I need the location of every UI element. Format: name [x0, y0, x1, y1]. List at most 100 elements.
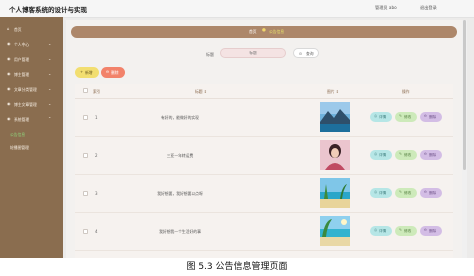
delete-icon: ⊖ [424, 228, 428, 232]
detail-button-label: 详情 [379, 228, 387, 233]
vertical-scrollbar[interactable] [462, 20, 467, 258]
column-header-actions: 操作 [402, 89, 410, 94]
delete-icon: ⊖ [106, 69, 110, 74]
sidebar-item-users[interactable]: ◉ 用户管理 ⌄ [0, 55, 63, 65]
delete-icon: ⊖ [424, 190, 428, 194]
delete-button-label: 删除 [429, 152, 437, 157]
scrollbar-thumb[interactable] [463, 20, 466, 170]
detail-button-label: 详情 [379, 152, 387, 157]
edit-button[interactable]: ✎ 修改 [395, 188, 417, 198]
edit-button-label: 修改 [404, 228, 412, 233]
breadcrumb-current: 公告信息 [269, 29, 285, 34]
detail-button-label: 详情 [379, 190, 387, 195]
chevron-down-icon: ⌄ [48, 41, 52, 46]
row-image [320, 216, 350, 246]
delete-button[interactable]: ⊖ 删除 [420, 226, 442, 236]
announcement-table: 索引 标题 ⇕ 图片 ⇕ 操作 1 有好的，能做好的实现 ◎ 详情 ✎ 修改 ⊖… [75, 84, 453, 258]
add-button[interactable]: + 新增 [75, 67, 99, 78]
row-image [320, 178, 350, 208]
search-button[interactable]: ⊙ 查询 [293, 48, 319, 58]
chevron-down-icon: ⌄ [48, 56, 52, 61]
row-title: 三亚一年转运费 [166, 153, 194, 158]
admin-label: 管理员 abo [375, 5, 397, 10]
breadcrumb-home[interactable]: 首页 [249, 29, 257, 35]
detail-button[interactable]: ◎ 详情 [370, 188, 392, 198]
sidebar-item-label: 轮播图管理 [10, 145, 29, 150]
table-row: 1 有好的，能做好的实现 ◎ 详情 ✎ 修改 ⊖ 删除 [75, 99, 453, 137]
delete-button-label: 删除 [429, 190, 437, 195]
column-header-image[interactable]: 图片 ⇕ [327, 89, 339, 95]
detail-icon: ◎ [374, 190, 378, 194]
sidebar: ⌂ 首页 ◉ 个人中心 ⌄ ◉ 用户管理 ⌄ ◉ 博主管理 ⌄ ◉ 文章分类管理… [0, 17, 63, 258]
bulk-delete-button[interactable]: ⊖ 删除 [101, 67, 125, 78]
sidebar-item-label: 文章分类管理 [14, 87, 37, 92]
sidebar-item-label: 博主管理 [14, 72, 30, 77]
search-input[interactable] [221, 49, 285, 57]
search-icon: ⊙ [299, 50, 303, 56]
delete-button-label: 删除 [429, 228, 437, 233]
detail-icon: ◎ [374, 228, 378, 232]
sidebar-item-announcements[interactable]: 公告信息 [0, 130, 63, 140]
sidebar-item-carousel[interactable]: 轮播图管理 [0, 143, 63, 153]
chevron-down-icon: ⌄ [48, 86, 52, 91]
edit-button[interactable]: ✎ 修改 [395, 150, 417, 160]
article-icon: ◉ [7, 101, 11, 106]
app-title: 个人博客系统的设计与实现 [9, 6, 87, 14]
edit-button-label: 修改 [404, 114, 412, 119]
chevron-up-icon: ⌃ [48, 116, 52, 121]
table-row: 4 我好想我一个生活好的事 ◎ 详情 ✎ 修改 ⊖ 删除 [75, 213, 453, 251]
sidebar-item-bloggers[interactable]: ◉ 博主管理 ⌄ [0, 70, 63, 80]
detail-button[interactable]: ◎ 详情 [370, 150, 392, 160]
chevron-down-icon: ⌄ [48, 71, 52, 76]
sidebar-item-articles[interactable]: ◉ 博主文章管理 ⌄ [0, 100, 63, 110]
table-header: 索引 标题 ⇕ 图片 ⇕ 操作 [75, 84, 453, 99]
category-icon: ◉ [7, 86, 11, 91]
logout-link[interactable]: 退出登录 [420, 5, 437, 11]
users-icon: ◉ [7, 56, 11, 61]
user-icon: ◉ [7, 41, 11, 46]
sidebar-item-label: 博主文章管理 [14, 102, 37, 107]
delete-icon: ⊖ [424, 152, 428, 156]
top-bar: 个人博客系统的设计与实现 管理员 abo 退出登录 [0, 0, 474, 18]
table-row: 2 三亚一年转运费 ◎ 详情 ✎ 修改 ⊖ 删除 [75, 137, 453, 175]
edit-icon: ✎ [399, 114, 403, 118]
search-button-label: 查询 [306, 51, 314, 56]
figure-caption: 图 5.3 公告信息管理页面 [186, 262, 288, 272]
delete-button[interactable]: ⊖ 删除 [420, 112, 442, 122]
sidebar-item-label: 系统管理 [14, 117, 30, 122]
delete-icon: ⊖ [424, 114, 428, 118]
detail-button[interactable]: ◎ 详情 [370, 112, 392, 122]
select-all-checkbox[interactable] [83, 88, 88, 93]
edit-button[interactable]: ✎ 修改 [395, 226, 417, 236]
row-title: 我好想要，我好想要以点呀 [157, 191, 203, 196]
plus-icon: + [80, 69, 84, 74]
edit-button[interactable]: ✎ 修改 [395, 112, 417, 122]
breadcrumb-separator-icon: ● [262, 28, 266, 33]
blogger-icon: ◉ [7, 71, 11, 76]
sidebar-item-label: 首页 [14, 27, 22, 32]
delete-button[interactable]: ⊖ 删除 [420, 188, 442, 198]
detail-icon: ◎ [374, 114, 378, 118]
detail-icon: ◎ [374, 152, 378, 156]
sidebar-item-label: 个人中心 [14, 42, 30, 47]
edit-icon: ✎ [399, 228, 403, 232]
main-content: 首页 ● 公告信息 标题 ⊙ 查询 + 新增 ⊖ 删除 索引 标题 ⇕ 图片 ⇕ [66, 20, 462, 258]
column-header-title[interactable]: 标题 ⇕ [195, 89, 207, 95]
delete-button-label: 删除 [429, 114, 437, 119]
row-title: 有好的，能做好的实现 [161, 115, 199, 120]
detail-button[interactable]: ◎ 详情 [370, 226, 392, 236]
edit-button-label: 修改 [404, 190, 412, 195]
delete-button[interactable]: ⊖ 删除 [420, 150, 442, 160]
detail-button-label: 详情 [379, 114, 387, 119]
sidebar-item-home[interactable]: ⌂ 首页 [0, 25, 63, 35]
sidebar-item-categories[interactable]: ◉ 文章分类管理 ⌄ [0, 85, 63, 95]
table-row [75, 251, 453, 258]
add-button-label: 新增 [85, 69, 93, 75]
edit-icon: ✎ [399, 190, 403, 194]
table-row: 3 我好想要，我好想要以点呀 ◎ 详情 ✎ 修改 ⊖ 删除 [75, 175, 453, 213]
sidebar-item-label: 用户管理 [14, 57, 30, 62]
sidebar-item-profile[interactable]: ◉ 个人中心 ⌄ [0, 40, 63, 50]
sidebar-item-system[interactable]: ◉ 系统管理 ⌃ [0, 115, 63, 125]
search-label: 标题 [206, 52, 214, 57]
row-title: 我好想我一个生活好的事 [159, 229, 201, 234]
